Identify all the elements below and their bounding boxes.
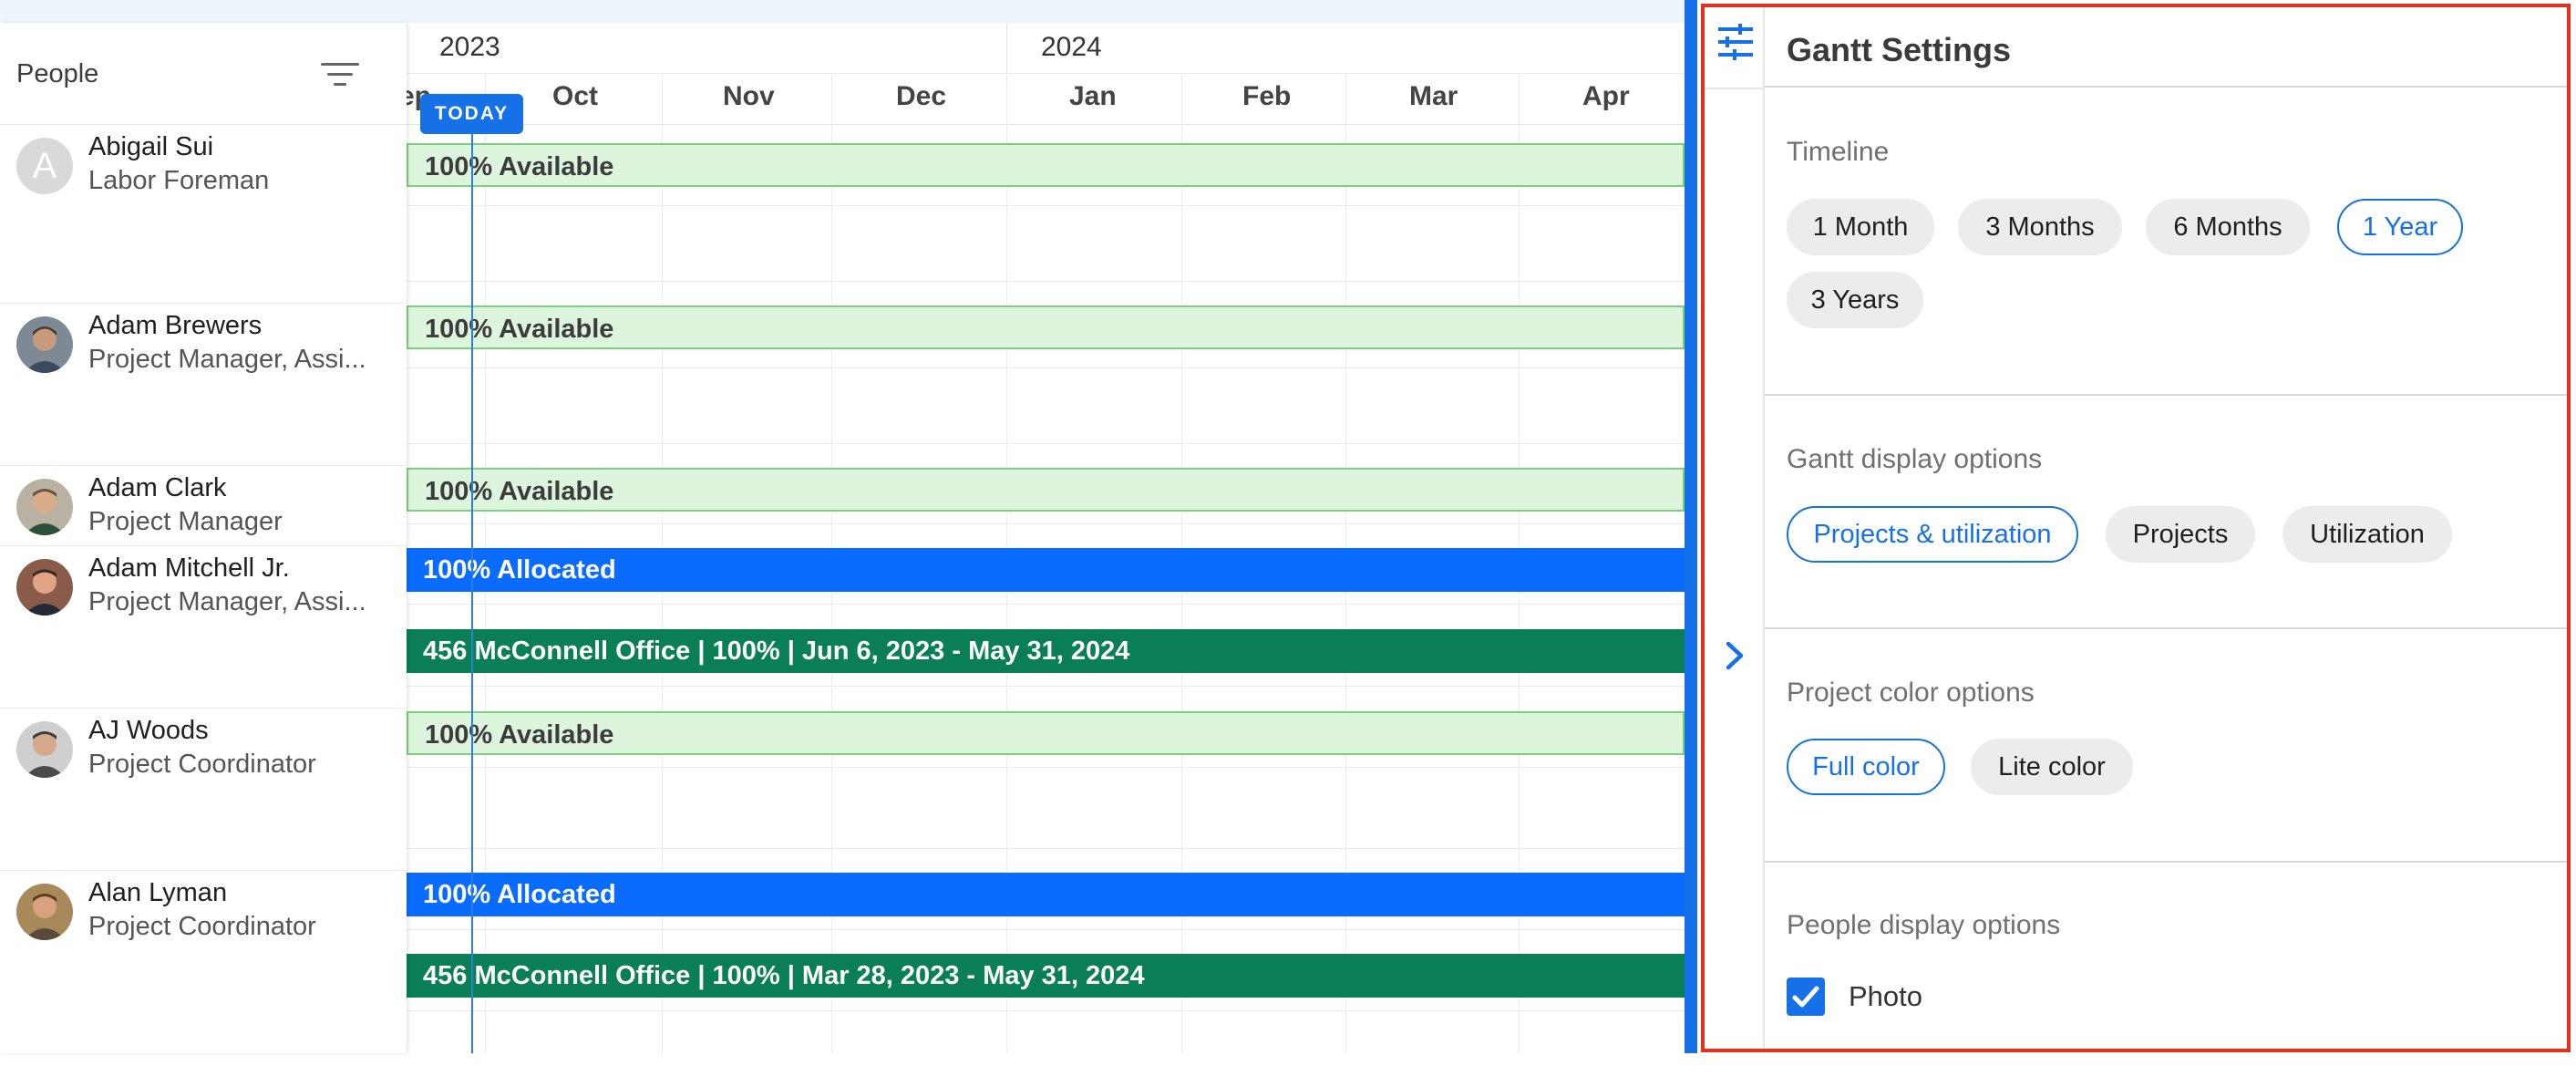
project-bar[interactable]: 456 McConnell Office | 100% | Mar 28, 20… — [407, 954, 1685, 998]
today-line — [471, 117, 473, 1053]
year-label: 2023 — [439, 32, 500, 62]
chip-3-months[interactable]: 3 Months — [1958, 199, 2122, 255]
tune-icon — [1716, 24, 1755, 60]
avatar — [16, 316, 73, 373]
gantt-settings-panel: Gantt Settings Timeline 1 Month 3 Months… — [1701, 4, 2571, 1052]
person-name: Adam Brewers — [88, 311, 263, 340]
chip-lite-color[interactable]: Lite color — [1971, 739, 2133, 795]
person-name: Alan Lyman — [88, 878, 228, 907]
grid-line — [407, 604, 1685, 605]
filter-list-icon[interactable] — [319, 57, 361, 90]
person-role: Project Manager — [88, 507, 283, 536]
month-label: Dec — [896, 81, 947, 111]
avatar — [16, 479, 73, 535]
person-role: Labor Foreman — [88, 166, 270, 195]
availability-bar[interactable]: 100% Available — [407, 711, 1685, 755]
person-role: Project Coordinator — [88, 750, 316, 779]
person-row[interactable]: AJ Woods Project Coordinator — [0, 709, 407, 871]
panel-divider[interactable] — [1685, 0, 1697, 1053]
section-divider — [1765, 861, 2567, 863]
grid-line — [407, 686, 1685, 687]
person-role: Project Manager, Assi... — [88, 587, 366, 616]
chip-full-color[interactable]: Full color — [1787, 739, 1945, 795]
month-label: Jan — [1069, 81, 1117, 111]
grid-line — [407, 367, 1685, 368]
chevron-right-icon[interactable] — [1719, 633, 1750, 678]
avatar: A — [16, 138, 73, 194]
people-header: People — [0, 23, 407, 125]
timeline-label: Timeline — [1787, 137, 1890, 167]
month-label: Nov — [723, 81, 775, 111]
person-name: Adam Mitchell Jr. — [88, 554, 290, 583]
allocation-bar[interactable]: 100% Allocated — [407, 548, 1685, 592]
person-role: Project Coordinator — [88, 912, 316, 941]
person-name: AJ Woods — [88, 716, 209, 745]
availability-bar[interactable]: 100% Available — [407, 468, 1685, 512]
settings-content: Gantt Settings Timeline 1 Month 3 Months… — [1765, 7, 2567, 1049]
grid-line — [407, 281, 1685, 282]
month-label: Mar — [1409, 81, 1458, 111]
settings-side-header — [1705, 7, 1763, 89]
person-row[interactable]: Adam Clark Project Manager — [0, 466, 407, 546]
avatar — [16, 884, 73, 940]
chip-6-months[interactable]: 6 Months — [2146, 199, 2310, 255]
chip-1-year[interactable]: 1 Year — [2337, 199, 2463, 255]
project-bar[interactable]: 456 McConnell Office | 100% | Jun 6, 202… — [407, 629, 1685, 673]
grid-line — [407, 848, 1685, 849]
avatar — [16, 721, 73, 778]
people-display-label: People display options — [1787, 910, 2061, 940]
avatar — [16, 559, 73, 616]
person-name: Adam Clark — [88, 473, 227, 502]
chip-projects[interactable]: Projects — [2106, 506, 2255, 563]
availability-bar[interactable]: 100% Available — [407, 305, 1685, 349]
top-strip — [0, 0, 1685, 23]
section-divider — [1765, 627, 2567, 629]
display-options-label: Gantt display options — [1787, 444, 2043, 474]
person-row[interactable]: Adam Mitchell Jr. Project Manager, Assi.… — [0, 546, 407, 709]
grid-line — [407, 523, 1685, 524]
grid-line — [407, 929, 1685, 930]
settings-title: Gantt Settings — [1787, 31, 2012, 68]
color-options-label: Project color options — [1787, 678, 2035, 708]
grid-line — [407, 443, 1685, 444]
grid-line — [407, 767, 1685, 768]
people-panel: People A Abigail Sui Labor Foreman Adam … — [0, 23, 407, 1053]
allocation-bar[interactable]: 100% Allocated — [407, 873, 1685, 916]
gantt-chart: 2023 2024 ep Oct Nov Dec Jan Feb Mar Apr… — [407, 23, 1685, 1053]
person-name: Abigail Sui — [88, 132, 214, 161]
photo-checkbox[interactable] — [1787, 978, 1825, 1016]
person-row[interactable]: A Abigail Sui Labor Foreman — [0, 125, 407, 304]
person-role: Project Manager, Assi... — [88, 345, 366, 374]
person-row[interactable]: Adam Brewers Project Manager, Assi... — [0, 304, 407, 466]
grid-line — [407, 1010, 1685, 1011]
year-label: 2024 — [1041, 32, 1102, 62]
chip-projects-utilization[interactable]: Projects & utilization — [1787, 506, 2078, 563]
settings-side-rail — [1705, 7, 1765, 1049]
grid-line — [407, 205, 1685, 206]
today-badge: TODAY — [420, 94, 523, 134]
month-label: Oct — [552, 81, 599, 111]
section-divider — [1765, 86, 2567, 88]
person-row[interactable]: Alan Lyman Project Coordinator — [0, 871, 407, 1053]
section-divider — [1765, 394, 2567, 396]
chip-1-month[interactable]: 1 Month — [1787, 199, 1934, 255]
month-header — [407, 73, 1685, 125]
month-label: Feb — [1242, 81, 1292, 111]
chip-3-years[interactable]: 3 Years — [1787, 272, 1923, 328]
chip-utilization[interactable]: Utilization — [2282, 506, 2452, 563]
people-title: People — [16, 59, 99, 88]
availability-bar[interactable]: 100% Available — [407, 143, 1685, 187]
month-label: Apr — [1582, 81, 1630, 111]
photo-checkbox-label: Photo — [1849, 980, 1923, 1012]
